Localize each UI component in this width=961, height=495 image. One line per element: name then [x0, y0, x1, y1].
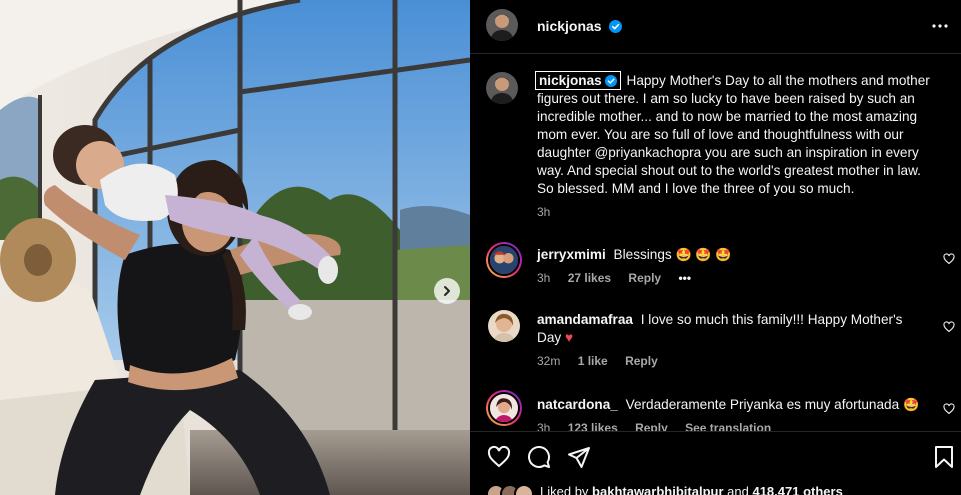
verified-badge-icon [604, 75, 617, 87]
caption-text-block: nickjonas Happy Mother's Day to all the … [535, 71, 939, 198]
comment-timestamp[interactable]: 3h [537, 271, 550, 285]
comment-text: Blessings [613, 247, 672, 262]
caption-timestamp[interactable]: 3h [537, 205, 550, 219]
comment-likes[interactable]: 1 like [578, 354, 608, 368]
reply-button[interactable]: Reply [625, 354, 658, 368]
comment-meta: 32m 1 like Reply [537, 354, 672, 368]
comment-timestamp[interactable]: 3h [537, 421, 550, 431]
commenter-avatar[interactable] [486, 390, 522, 426]
post-media[interactable] [0, 0, 470, 495]
comment-likes[interactable]: 123 likes [568, 421, 618, 431]
liked-by-line: Liked by bakhtawarbhibitalpur and 418,47… [470, 481, 961, 495]
comment-emoji: 🤩 [902, 397, 920, 412]
heart-icon[interactable] [943, 253, 955, 265]
comment-meta: 3h 123 likes Reply See translation [537, 421, 785, 431]
chevron-right-icon [444, 286, 450, 296]
likes-count[interactable]: 418,471 others [752, 484, 842, 495]
liked-by-and: and [727, 484, 749, 495]
comment-text-block: amandamafraa I love so much this family!… [537, 311, 917, 347]
reply-button[interactable]: Reply [628, 271, 661, 285]
comment-icon[interactable] [527, 445, 551, 469]
see-translation-button[interactable]: See translation [685, 421, 771, 431]
caption-avatar[interactable] [486, 72, 518, 104]
caption-username[interactable]: nickjonas [535, 71, 621, 90]
comment-text-block: jerryxmimi Blessings 🤩 🤩 🤩 [537, 246, 937, 264]
comments-list[interactable]: nickjonas Happy Mother's Day to all the … [470, 55, 961, 431]
comment-likes[interactable]: 27 likes [568, 271, 611, 285]
comment-more-button[interactable]: ••• [678, 271, 691, 285]
comment-username[interactable]: natcardona_ [537, 397, 618, 412]
bookmark-icon[interactable] [933, 445, 955, 469]
caption-username-label: nickjonas [539, 73, 602, 88]
reply-button[interactable]: Reply [635, 421, 668, 431]
verified-badge-icon [609, 20, 623, 33]
comment-text-block: natcardona_ Verdaderamente Priyanka es m… [537, 396, 937, 414]
liked-by-text: Liked by bakhtawarbhibitalpur and 418,47… [540, 484, 843, 495]
post-action-bar [470, 431, 961, 481]
heart-icon[interactable] [943, 321, 955, 333]
comment-username[interactable]: jerryxmimi [537, 247, 606, 262]
commenter-avatar[interactable] [488, 310, 520, 342]
caption-text: Happy Mother's Day to all the mothers an… [537, 73, 930, 196]
liked-by-user[interactable]: bakhtawarbhibitalpur [592, 484, 723, 495]
comment-text: Verdaderamente Priyanka es muy afortunad… [625, 397, 900, 412]
comment-username[interactable]: amandamafraa [537, 312, 633, 327]
commenter-avatar[interactable] [486, 242, 522, 278]
author-avatar[interactable] [486, 9, 518, 41]
comment-emoji: 🤩 🤩 🤩 [675, 247, 732, 262]
comment-timestamp[interactable]: 32m [537, 354, 560, 368]
more-options-icon[interactable] [931, 17, 949, 35]
liker-avatar [514, 484, 534, 495]
heart-icon[interactable] [943, 403, 955, 415]
comment-emoji: ♥ [564, 330, 574, 345]
author-username[interactable]: nickjonas [537, 18, 602, 34]
post-photo [0, 0, 470, 495]
caption-meta: 3h [537, 205, 564, 219]
share-icon[interactable] [567, 445, 591, 469]
next-media-button[interactable] [434, 278, 460, 304]
heart-icon[interactable] [487, 445, 511, 469]
post-header: nickjonas [470, 0, 961, 54]
comment-meta: 3h 27 likes Reply ••• [537, 271, 705, 285]
liked-by-prefix: Liked by [540, 484, 589, 495]
post-side-panel: nickjonas nickjonas Happy Mother's Day t… [470, 0, 961, 495]
